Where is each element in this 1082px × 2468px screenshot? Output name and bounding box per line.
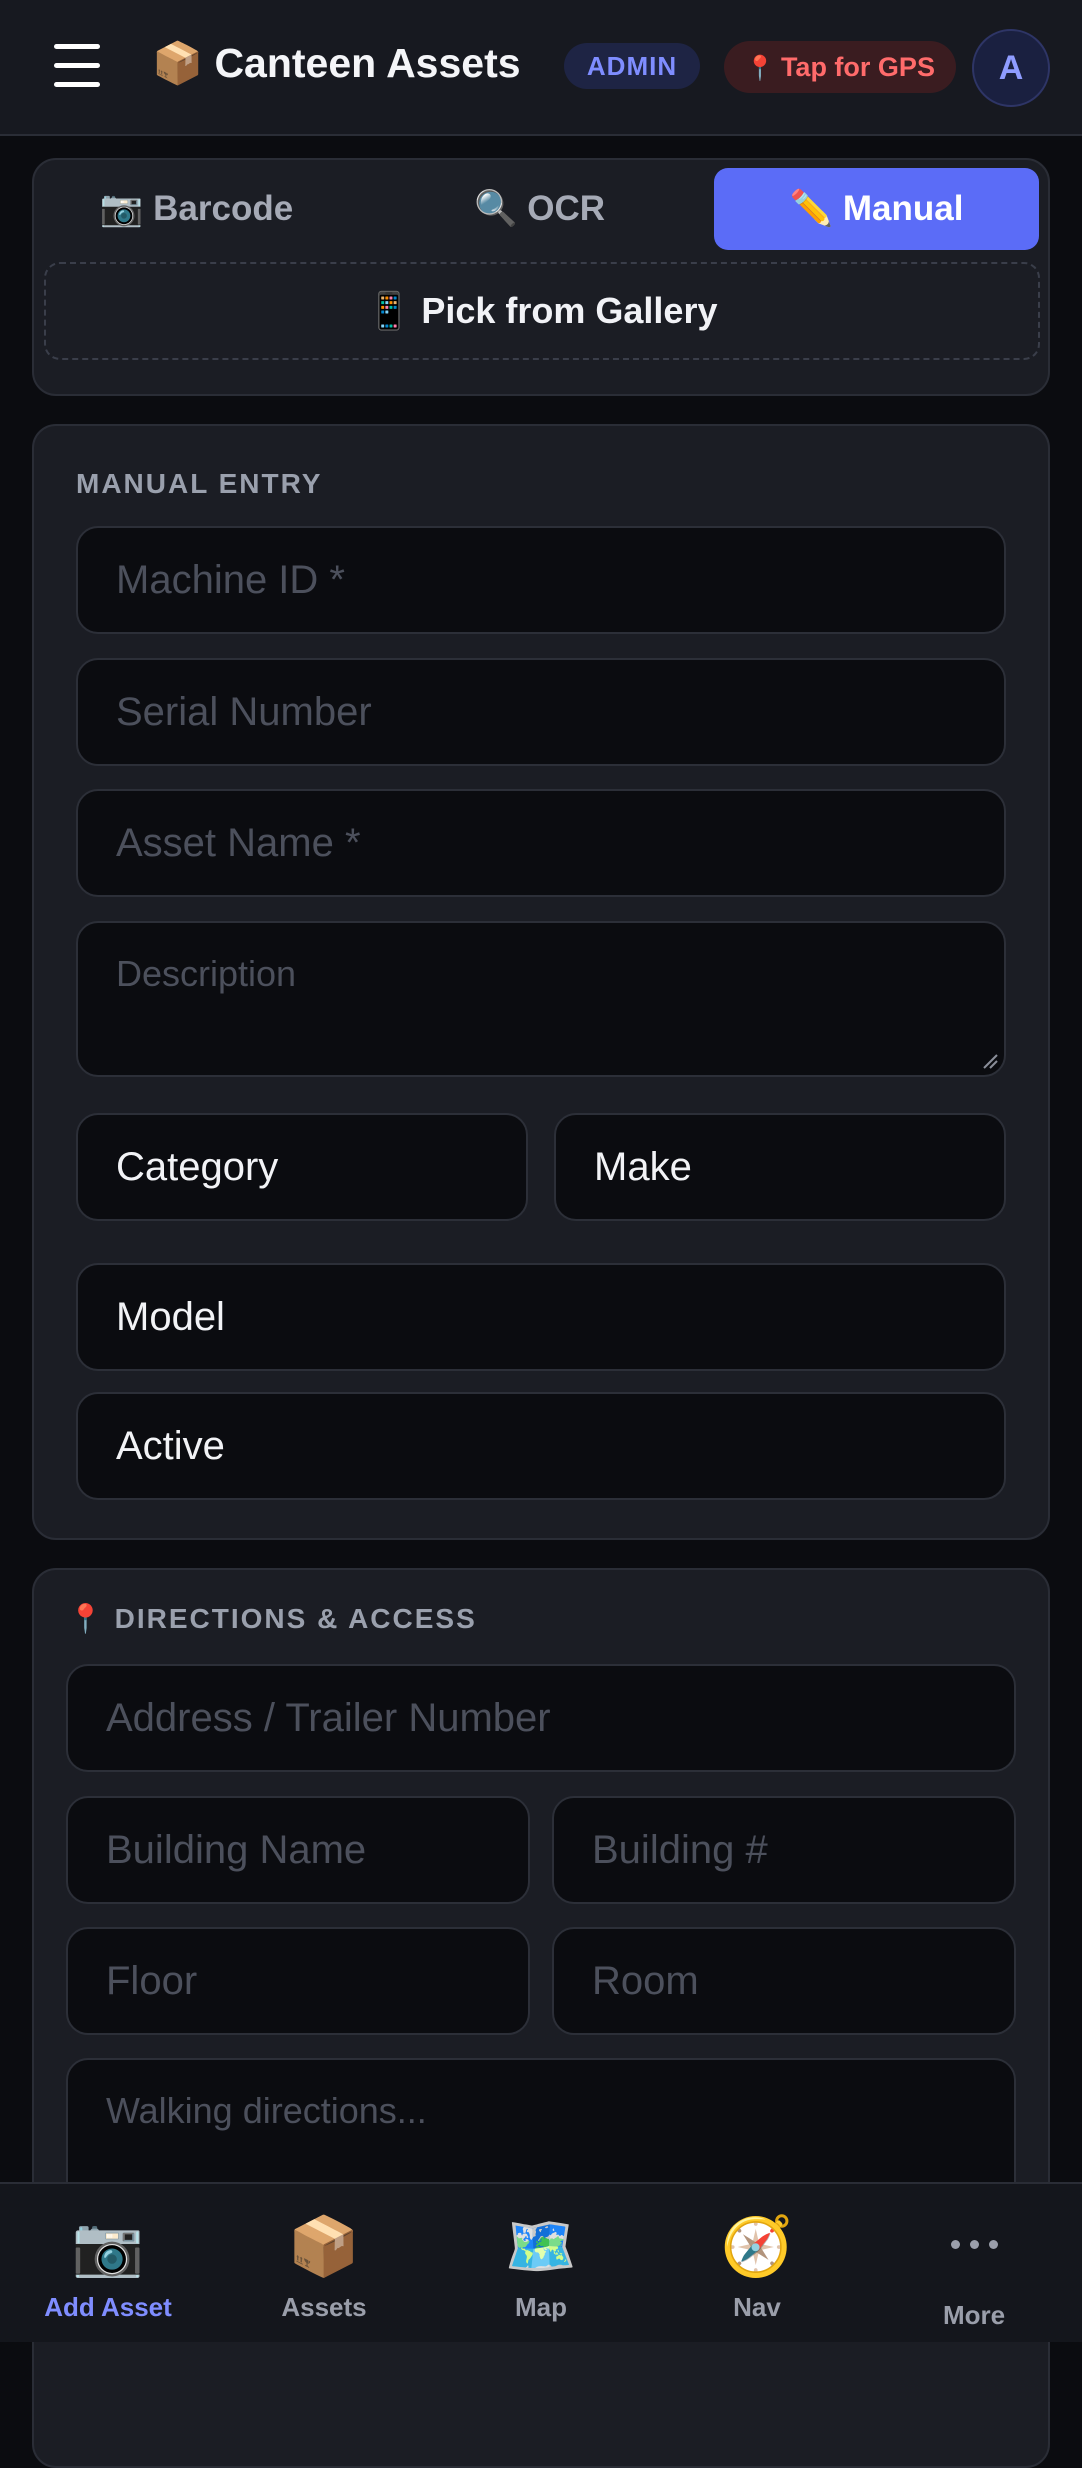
section-title-directions-text: DIRECTIONS & ACCESS xyxy=(114,1603,477,1634)
room-input[interactable]: Room xyxy=(552,1927,1016,2035)
status-select[interactable]: Active xyxy=(76,1392,1006,1500)
camera-icon: 📷 xyxy=(71,2214,145,2279)
section-title-manual-entry: MANUAL ENTRY xyxy=(76,468,323,499)
manual-entry-card: MANUAL ENTRY Machine ID * Serial Number … xyxy=(32,424,1050,1540)
pin-icon: 📍 xyxy=(745,55,775,82)
package-icon: 📦 xyxy=(287,2214,361,2279)
app-title: 📦 Canteen Assets xyxy=(152,40,521,86)
nav-item-map[interactable]: 🗺️ Map xyxy=(433,2184,649,2344)
nav-label-add-asset: Add Asset xyxy=(44,2292,172,2322)
tab-manual[interactable]: ✏️ Manual xyxy=(714,168,1039,250)
gps-button-label: Tap for GPS xyxy=(780,52,935,82)
nav-label-map: Map xyxy=(515,2292,567,2322)
serial-number-input[interactable]: Serial Number xyxy=(76,658,1006,766)
hamburger-menu-icon[interactable] xyxy=(54,42,102,90)
building-name-input[interactable]: Building Name xyxy=(66,1796,530,1904)
app-header: 📦 Canteen Assets ADMIN 📍 Tap for GPS A xyxy=(0,0,1082,136)
compass-icon: 🧭 xyxy=(720,2214,794,2279)
more-dots-icon xyxy=(866,2236,1082,2254)
machine-id-input[interactable]: Machine ID * xyxy=(76,526,1006,634)
model-select[interactable]: Model xyxy=(76,1263,1006,1371)
nav-item-nav[interactable]: 🧭 Nav xyxy=(649,2184,865,2344)
nav-item-assets[interactable]: 📦 Assets xyxy=(216,2184,432,2344)
resize-handle-icon[interactable] xyxy=(980,1051,998,1069)
nav-item-more[interactable]: More xyxy=(866,2184,1082,2344)
address-input[interactable]: Address / Trailer Number xyxy=(66,1664,1016,1772)
description-placeholder: Description xyxy=(116,953,297,994)
tab-barcode[interactable]: 📷 Barcode xyxy=(34,168,359,250)
floor-input[interactable]: Floor xyxy=(66,1927,530,2035)
scan-mode-card: 📷 Barcode 🔍 OCR ✏️ Manual 📱 Pick from Ga… xyxy=(32,158,1050,396)
pick-from-gallery-button[interactable]: 📱 Pick from Gallery xyxy=(44,262,1040,360)
asset-name-input[interactable]: Asset Name * xyxy=(76,789,1006,897)
nav-label-nav: Nav xyxy=(733,2292,781,2322)
map-icon: 🗺️ xyxy=(504,2214,578,2279)
gps-button[interactable]: 📍 Tap for GPS xyxy=(724,41,956,93)
section-title-directions: 📍 DIRECTIONS & ACCESS xyxy=(68,1602,477,1635)
description-textarea[interactable]: Description xyxy=(76,921,1006,1077)
tab-ocr[interactable]: 🔍 OCR xyxy=(377,168,702,250)
category-select[interactable]: Category xyxy=(76,1113,528,1221)
bottom-nav: 📷 Add Asset 📦 Assets 🗺️ Map 🧭 Nav More xyxy=(0,2182,1082,2342)
make-select[interactable]: Make xyxy=(554,1113,1006,1221)
nav-item-add-asset[interactable]: 📷 Add Asset xyxy=(0,2184,216,2344)
role-badge: ADMIN xyxy=(564,43,700,89)
pin-icon: 📍 xyxy=(68,1603,105,1634)
avatar[interactable]: A xyxy=(972,29,1050,107)
nav-label-assets: Assets xyxy=(281,2292,367,2322)
building-number-input[interactable]: Building # xyxy=(552,1796,1016,1904)
nav-label-more: More xyxy=(942,2300,1006,2330)
